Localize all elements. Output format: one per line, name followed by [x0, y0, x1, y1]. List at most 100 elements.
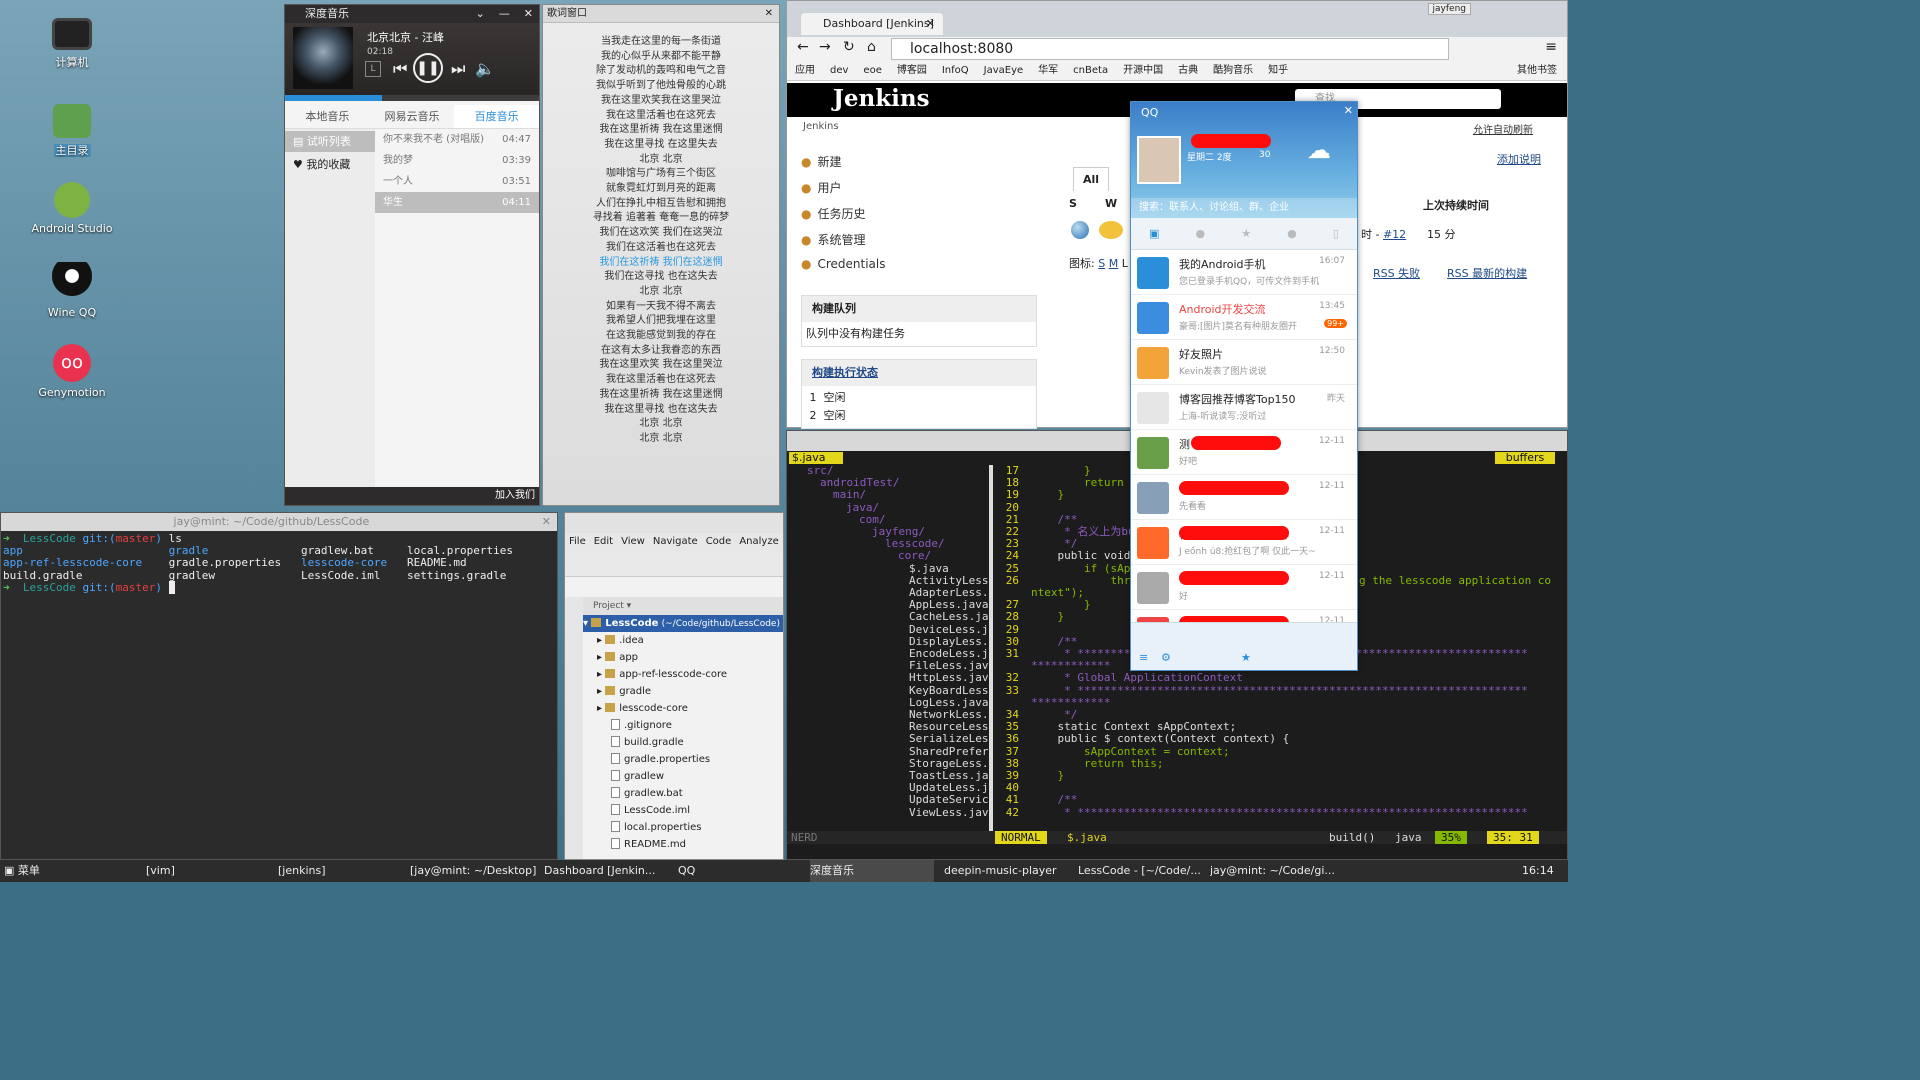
previous-icon[interactable]: ⏮	[393, 59, 407, 79]
home-icon[interactable]: ⌂	[867, 39, 876, 55]
contact-row[interactable]: 博客园推荐博客Top150 上海-听说读写:没听过 昨天	[1131, 385, 1357, 430]
start-menu-button[interactable]: ▣ 菜单	[4, 860, 40, 882]
contact-row[interactable]: 桔子平台官方开发者群J eồnh ú8:抢红包了啊 仅此一天~12-11	[1131, 520, 1357, 565]
menu-item[interactable]: Analyze	[739, 533, 778, 551]
rss-latest-link[interactable]: RSS 最新的构建	[1447, 265, 1527, 281]
desktop-icon-genymotion[interactable]: oo Genymotion	[17, 344, 127, 399]
chat-icon[interactable]: ▣	[1149, 227, 1159, 240]
song-row[interactable]: 你不来我不老 (对唱版) 04:47	[375, 129, 539, 150]
window-close-icon[interactable]: ✕	[524, 5, 533, 23]
nerdtree-line[interactable]: core/	[793, 550, 989, 562]
desktop-icon-android-studio[interactable]: Android Studio	[17, 182, 127, 235]
jenkins-menu-item[interactable]: ● 用户	[801, 179, 842, 196]
tree-item[interactable]: ▸ app	[583, 649, 783, 666]
contacts-icon[interactable]: ●	[1196, 227, 1206, 240]
nerdtree-line[interactable]: androidTest/	[793, 476, 989, 489]
icon-size-s[interactable]: S	[1098, 257, 1105, 270]
tree-item[interactable]: README.md	[583, 836, 783, 853]
bookmark-item[interactable]: 应用	[795, 61, 815, 80]
join-us-link[interactable]: 加入我们	[285, 487, 539, 505]
taskbar-item[interactable]: [vim]	[146, 860, 266, 882]
progress-bar[interactable]	[285, 95, 539, 101]
menu-icon[interactable]: ≡	[1139, 651, 1148, 664]
bookmark-item[interactable]: 华军	[1038, 61, 1058, 80]
desktop-icon-home[interactable]: 主目录	[17, 104, 127, 158]
tree-item[interactable]: ▸ gradle	[583, 683, 783, 700]
contact-row[interactable]: Android开发交流 豪哥:[图片]莫名有种朋友圈开 13:45 99+	[1131, 295, 1357, 340]
bookmark-item[interactable]: cnBeta	[1073, 61, 1108, 80]
taskbar-item[interactable]: jay@mint: ~/Code/gi...	[1210, 860, 1334, 882]
phone-icon[interactable]: ▯	[1333, 227, 1339, 240]
desktop-icon-computer[interactable]: 计算机	[17, 18, 127, 70]
lyric-toggle-icon[interactable]: L	[365, 61, 381, 77]
taskbar-item[interactable]: [jenkins]	[278, 860, 398, 882]
taskbar-item[interactable]: [jay@mint: ~/Desktop]	[410, 860, 538, 882]
view-tab-all[interactable]: All	[1073, 167, 1109, 191]
profile-button[interactable]: jayfeng	[1427, 3, 1471, 15]
bookmark-item[interactable]: dev	[830, 61, 848, 80]
tree-item[interactable]: .gitignore	[583, 717, 783, 734]
tree-item[interactable]: local.properties	[583, 819, 783, 836]
nerdtree-panel[interactable]: src/androidTest/main/java/com/jayfeng/le…	[793, 465, 989, 831]
qq-search-input[interactable]: 搜索：联系人、讨论组、群、企业	[1131, 198, 1357, 218]
taskbar-item[interactable]: 深度音乐	[810, 860, 934, 882]
contact-row[interactable]: 好友照片 Kevin发表了图片说说 12:50	[1131, 340, 1357, 385]
jenkins-menu-item[interactable]: ● Credentials	[801, 257, 886, 271]
bookmark-item[interactable]: 博客园	[897, 61, 927, 80]
nerdtree-line[interactable]: java/	[793, 501, 989, 514]
tab-baidu-music[interactable]: 百度音乐	[454, 105, 540, 128]
taskbar-item[interactable]: Dashboard [Jenkin...	[544, 860, 672, 882]
terminal-output[interactable]: ➜ LessCode git:(master) ls app gradle gr…	[1, 531, 557, 596]
icon-size-l[interactable]: L	[1122, 257, 1128, 270]
tree-item[interactable]: ▸ .idea	[583, 632, 783, 649]
song-row-selected[interactable]: 华生 04:11	[375, 192, 539, 213]
menu-chevron-icon[interactable]: ⌄	[476, 5, 485, 23]
contact-row[interactable]: 12-11	[1131, 610, 1357, 622]
executor-title[interactable]: 构建执行状态	[802, 360, 1036, 386]
nerdtree-line[interactable]: lesscode/	[793, 538, 989, 550]
other-bookmarks[interactable]: 其他书签	[1517, 61, 1557, 80]
browser-tab[interactable]: Dashboard [Jenkins] ✕	[801, 13, 943, 35]
nerdtree-line[interactable]: ViewLess.java	[793, 806, 989, 819]
next-icon[interactable]: ⏭	[451, 59, 465, 79]
bookmark-item[interactable]: 酷狗音乐	[1213, 61, 1253, 80]
menu-item[interactable]: Code	[706, 533, 732, 551]
nerdtree-line[interactable]: main/	[793, 489, 989, 501]
sidebar-item-favorites[interactable]: ♥ 我的收藏	[285, 154, 375, 175]
group-icon[interactable]: ●	[1287, 227, 1297, 240]
song-row[interactable]: 一个人 03:51	[375, 171, 539, 192]
gear-icon[interactable]: ⚙	[1161, 651, 1171, 664]
close-icon[interactable]: ✕	[926, 13, 935, 35]
close-icon[interactable]: ✕	[542, 513, 551, 531]
jenkins-menu-item[interactable]: ● 新建	[801, 153, 842, 170]
icon-size-m[interactable]: M	[1109, 257, 1119, 270]
reload-icon[interactable]: ↻	[843, 39, 855, 55]
menu-item[interactable]: View	[621, 533, 645, 551]
tab-netease-music[interactable]: 网易云音乐	[370, 105, 455, 128]
bookmark-item[interactable]: JavaEye	[984, 61, 1024, 80]
jenkins-menu-item[interactable]: ● 系统管理	[801, 231, 866, 248]
tree-item[interactable]: ▸ lesscode-core	[583, 700, 783, 717]
menu-icon[interactable]: ≡	[1545, 39, 1557, 55]
taskbar-item[interactable]: deepin-music-player	[944, 860, 1072, 882]
nerdtree-line[interactable]: CacheLess.jav	[793, 611, 989, 623]
menu-item[interactable]: File	[569, 533, 586, 551]
close-icon[interactable]: ✕	[1344, 104, 1353, 117]
nerdtree-line[interactable]: DeviceLess.ja	[793, 623, 989, 636]
bookmark-item[interactable]: eoe	[863, 61, 881, 80]
add-description-link[interactable]: 添加说明	[1497, 151, 1541, 167]
jenkins-logo[interactable]: Jenkins	[833, 85, 930, 112]
tree-item[interactable]: gradlew.bat	[583, 785, 783, 802]
sidebar-item-trial-list[interactable]: ▤ 试听列表	[285, 131, 375, 152]
nerdtree-line[interactable]: $.java	[793, 562, 989, 575]
auto-refresh-link[interactable]: 允许自动刷新	[1473, 121, 1533, 136]
taskbar-item[interactable]: QQ	[678, 860, 798, 882]
nerdtree-line[interactable]: HttpLess.java	[793, 672, 989, 684]
close-icon[interactable]: ✕	[765, 5, 773, 23]
tree-item[interactable]: gradlew	[583, 768, 783, 785]
nerdtree-line[interactable]: SerializeLess	[793, 733, 989, 745]
contact-row[interactable]: 我的Android手机 您已登录手机QQ，可传文件到手机 16:07	[1131, 250, 1357, 295]
contact-row[interactable]: 好 12-11	[1131, 565, 1357, 610]
address-bar[interactable]: localhost:8080	[891, 38, 1449, 60]
star-icon[interactable]: ★	[1241, 651, 1251, 664]
